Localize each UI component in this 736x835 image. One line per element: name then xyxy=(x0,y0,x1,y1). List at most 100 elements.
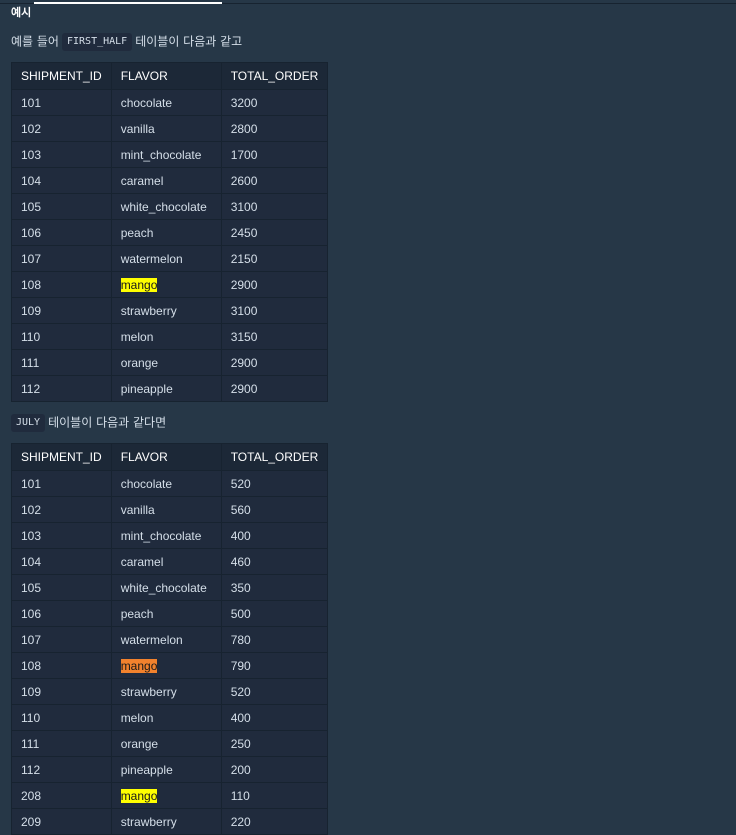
cell-total-order: 2150 xyxy=(220,245,329,272)
flavor-text: watermelon xyxy=(120,251,183,266)
flavor-text: caramel xyxy=(120,173,164,188)
cell-flavor: caramel xyxy=(110,548,222,575)
table-row: 104 caramel 2600 xyxy=(11,167,329,194)
table-row: 112 pineapple 200 xyxy=(11,756,329,783)
flavor-text: caramel xyxy=(120,554,164,569)
cell-flavor: strawberry xyxy=(110,678,222,705)
cell-total-order: 350 xyxy=(220,574,329,601)
table-row: 106 peach 2450 xyxy=(11,219,329,246)
table-row: 103 mint_chocolate 1700 xyxy=(11,141,329,168)
flavor-text: pineapple xyxy=(120,381,173,396)
table-row: 111 orange 2900 xyxy=(11,349,329,376)
cell-shipment-id: 103 xyxy=(11,141,112,168)
table-row: 102 vanilla 2800 xyxy=(11,115,329,142)
flavor-text: chocolate xyxy=(120,95,173,110)
cell-shipment-id: 112 xyxy=(11,756,112,783)
table-row: 105 white_chocolate 350 xyxy=(11,574,329,601)
cell-total-order: 2800 xyxy=(220,115,329,142)
cell-shipment-id: 102 xyxy=(11,115,112,142)
table-row: 106 peach 500 xyxy=(11,600,329,627)
cell-total-order: 400 xyxy=(220,704,329,731)
table-row: 108 mango 790 xyxy=(11,652,329,679)
cell-flavor: mint_chocolate xyxy=(110,522,222,549)
first-half-code: FIRST_HALF xyxy=(61,33,133,51)
cell-shipment-id: 107 xyxy=(11,626,112,653)
table-row: 110 melon 400 xyxy=(11,704,329,731)
cell-shipment-id: 111 xyxy=(11,349,112,376)
table-header-row: SHIPMENT_ID FLAVOR TOTAL_ORDER xyxy=(11,443,329,471)
cell-shipment-id: 110 xyxy=(11,704,112,731)
table-row: 107 watermelon 2150 xyxy=(11,245,329,272)
flavor-text: mint_chocolate xyxy=(120,528,202,543)
cell-flavor: peach xyxy=(110,219,222,246)
cell-flavor: white_chocolate xyxy=(110,193,222,220)
table-row: 102 vanilla 560 xyxy=(11,496,329,523)
cell-flavor: chocolate xyxy=(110,470,222,497)
cell-total-order: 3100 xyxy=(220,297,329,324)
flavor-text: vanilla xyxy=(120,502,155,517)
cell-total-order: 790 xyxy=(220,652,329,679)
cell-total-order: 3200 xyxy=(220,89,329,116)
cell-shipment-id: 104 xyxy=(11,548,112,575)
flavor-text: chocolate xyxy=(120,476,173,491)
column-header-shipment-id: SHIPMENT_ID xyxy=(11,443,112,471)
table-row: 107 watermelon 780 xyxy=(11,626,329,653)
cell-flavor: white_chocolate xyxy=(110,574,222,601)
table-row: 109 strawberry 520 xyxy=(11,678,329,705)
flavor-text: strawberry xyxy=(120,814,177,829)
cell-total-order: 2450 xyxy=(220,219,329,246)
table-row: 105 white_chocolate 3100 xyxy=(11,193,329,220)
cell-shipment-id: 107 xyxy=(11,245,112,272)
cell-total-order: 1700 xyxy=(220,141,329,168)
cell-shipment-id: 103 xyxy=(11,522,112,549)
second-suffix: 테이블이 다음과 같다면 xyxy=(48,415,167,430)
table-row: 111 orange 250 xyxy=(11,730,329,757)
flavor-text: strawberry xyxy=(120,684,177,699)
cell-flavor: orange xyxy=(110,349,222,376)
cell-shipment-id: 112 xyxy=(11,375,112,402)
cell-flavor: chocolate xyxy=(110,89,222,116)
intro-prefix: 예를 들어 xyxy=(11,34,59,49)
cell-total-order: 520 xyxy=(220,678,329,705)
flavor-text: watermelon xyxy=(120,632,183,647)
cell-shipment-id: 101 xyxy=(11,89,112,116)
cell-shipment-id: 105 xyxy=(11,574,112,601)
column-header-flavor: FLAVOR xyxy=(110,443,222,471)
column-header-shipment-id: SHIPMENT_ID xyxy=(11,62,112,90)
table-row: 103 mint_chocolate 400 xyxy=(11,522,329,549)
cell-flavor: vanilla xyxy=(110,496,222,523)
intro-suffix: 테이블이 다음과 같고 xyxy=(135,34,243,49)
table-header-row: SHIPMENT_ID FLAVOR TOTAL_ORDER xyxy=(11,62,329,90)
cell-total-order: 400 xyxy=(220,522,329,549)
intro-paragraph: 예를 들어 FIRST_HALF 테이블이 다음과 같고 xyxy=(11,33,242,51)
flavor-text: vanilla xyxy=(120,121,155,136)
cell-flavor: vanilla xyxy=(110,115,222,142)
flavor-text: peach xyxy=(120,606,154,621)
flavor-text: mango xyxy=(120,658,158,673)
column-header-total-order: TOTAL_ORDER xyxy=(220,62,329,90)
active-tab-indicator xyxy=(34,2,222,4)
cell-shipment-id: 104 xyxy=(11,167,112,194)
cell-shipment-id: 102 xyxy=(11,496,112,523)
cell-shipment-id: 209 xyxy=(11,808,112,835)
flavor-text: orange xyxy=(120,355,159,370)
cell-total-order: 780 xyxy=(220,626,329,653)
cell-shipment-id: 106 xyxy=(11,600,112,627)
cell-flavor: strawberry xyxy=(110,808,222,835)
table-row: 104 caramel 460 xyxy=(11,548,329,575)
table-row: 209 strawberry 220 xyxy=(11,808,329,835)
cell-flavor: pineapple xyxy=(110,375,222,402)
cell-total-order: 110 xyxy=(220,782,329,809)
cell-shipment-id: 105 xyxy=(11,193,112,220)
column-header-total-order: TOTAL_ORDER xyxy=(220,443,329,471)
cell-total-order: 3150 xyxy=(220,323,329,350)
cell-flavor: melon xyxy=(110,323,222,350)
cell-shipment-id: 110 xyxy=(11,323,112,350)
cell-shipment-id: 108 xyxy=(11,271,112,298)
cell-total-order: 520 xyxy=(220,470,329,497)
flavor-text: mint_chocolate xyxy=(120,147,202,162)
cell-total-order: 460 xyxy=(220,548,329,575)
table-row: 208 mango 110 xyxy=(11,782,329,809)
cell-flavor: caramel xyxy=(110,167,222,194)
cell-shipment-id: 109 xyxy=(11,678,112,705)
